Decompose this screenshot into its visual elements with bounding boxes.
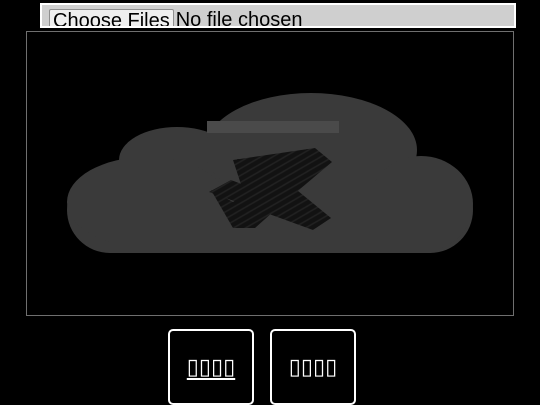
- cloud-error-icon: [67, 93, 473, 253]
- file-input[interactable]: Choose Files No file chosen: [40, 3, 516, 28]
- app-window: Choose Files No file chosen ▯▯▯▯ ▯▯▯▯: [0, 0, 540, 405]
- primary-action-button[interactable]: ▯▯▯▯: [168, 329, 254, 405]
- secondary-action-button[interactable]: ▯▯▯▯: [270, 329, 356, 405]
- file-status-text: No file chosen: [175, 9, 303, 28]
- choose-files-button[interactable]: Choose Files: [49, 9, 174, 26]
- secondary-action-label: ▯▯▯▯: [288, 354, 338, 380]
- primary-action-label: ▯▯▯▯: [186, 354, 236, 380]
- cloud-bar: [207, 121, 339, 133]
- image-preview: [26, 31, 514, 316]
